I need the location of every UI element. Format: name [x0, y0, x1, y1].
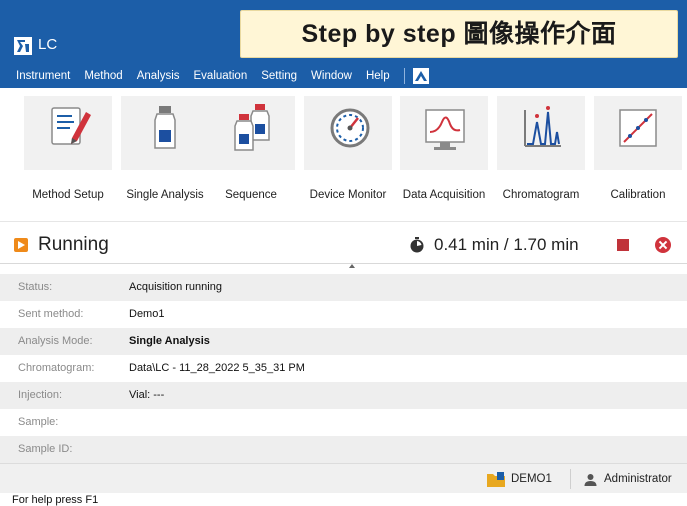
- menu-window[interactable]: Window: [311, 70, 352, 82]
- detail-label: Chromatogram:: [18, 362, 95, 374]
- data-acquisition-icon: [425, 109, 465, 150]
- detail-row-sent-method: Sent method: Demo1: [0, 301, 687, 328]
- logged-in-user[interactable]: Administrator: [604, 473, 672, 485]
- menu-evaluation[interactable]: Evaluation: [194, 70, 248, 82]
- detail-row-injection: Injection: Vial: ---: [0, 382, 687, 409]
- device-monitor-icon: [330, 108, 370, 148]
- app-title: LC: [38, 36, 58, 53]
- abort-button[interactable]: [655, 237, 671, 253]
- tutorial-banner: Step by step 圖像操作介面: [240, 10, 678, 58]
- detail-label: Sample ID:: [18, 443, 73, 455]
- title-bar: LC Step by step 圖像操作介面: [0, 0, 687, 64]
- brand-logo-icon[interactable]: [412, 68, 429, 84]
- user-icon: [584, 474, 597, 486]
- sequence-icon: [234, 104, 270, 151]
- detail-value: Acquisition running: [129, 281, 222, 293]
- running-icon: [14, 238, 28, 252]
- menu-separator: [403, 68, 405, 84]
- chromatogram-icon: [524, 106, 561, 147]
- menu-setting[interactable]: Setting: [261, 70, 297, 82]
- collapse-caret-icon[interactable]: [349, 264, 355, 268]
- banner-text: Step by step 圖像操作介面: [301, 20, 617, 48]
- detail-value: Demo1: [129, 308, 165, 320]
- run-state: Running: [38, 234, 109, 255]
- run-status-bar: Running 0.41 min / 1.70 min: [0, 226, 687, 264]
- detail-label: Sent method:: [18, 308, 84, 320]
- menu-method[interactable]: Method: [84, 70, 122, 82]
- detail-value: Single Analysis: [129, 335, 210, 347]
- method-setup-icon: [51, 107, 91, 145]
- detail-row-status: Status: Acquisition running: [0, 274, 687, 301]
- detail-row-analysis-mode: Analysis Mode: Single Analysis: [0, 328, 687, 355]
- detail-value: Vial: ---: [129, 389, 165, 401]
- detail-label: Analysis Mode:: [18, 335, 93, 347]
- launch-toolbar: Method Setup Single Analysis Sequence De…: [0, 88, 687, 222]
- detail-row-sample: Sample:: [0, 409, 687, 436]
- menu-bar: Instrument Method Analysis Evaluation Se…: [0, 64, 687, 88]
- detail-label: Injection:: [18, 389, 63, 401]
- database-name[interactable]: DEMO1: [511, 473, 552, 485]
- help-hint: For help press F1: [12, 494, 99, 506]
- menu-help[interactable]: Help: [366, 70, 390, 82]
- calibration-icon: [619, 109, 657, 147]
- lc-application-window: LC Step by step 圖像操作介面 Instrument Method…: [0, 0, 687, 506]
- status-bar: DEMO1 Administrator: [0, 463, 687, 493]
- tool-label: Calibration: [610, 189, 666, 201]
- detail-row-chromatogram: Chromatogram: Data\LC - 11_28_2022 5_35_…: [0, 355, 687, 382]
- detail-row-sample-id: Sample ID:: [0, 436, 687, 463]
- run-elapsed-time: 0.41 min / 1.70 min: [434, 235, 579, 254]
- stop-button[interactable]: [617, 239, 629, 251]
- menu-analysis[interactable]: Analysis: [137, 70, 180, 82]
- app-logo-icon: [14, 37, 32, 55]
- menu-instrument[interactable]: Instrument: [16, 70, 70, 82]
- database-folder-icon: [487, 472, 505, 487]
- detail-value: Data\LC - 11_28_2022 5_35_31 PM: [129, 362, 305, 374]
- status-separator: [570, 469, 571, 489]
- detail-label: Sample:: [18, 416, 59, 428]
- run-details-panel: Status: Acquisition running Sent method:…: [0, 274, 687, 463]
- single-analysis-icon: [154, 106, 176, 149]
- stopwatch-icon: [410, 237, 424, 253]
- detail-label: Status:: [18, 281, 53, 293]
